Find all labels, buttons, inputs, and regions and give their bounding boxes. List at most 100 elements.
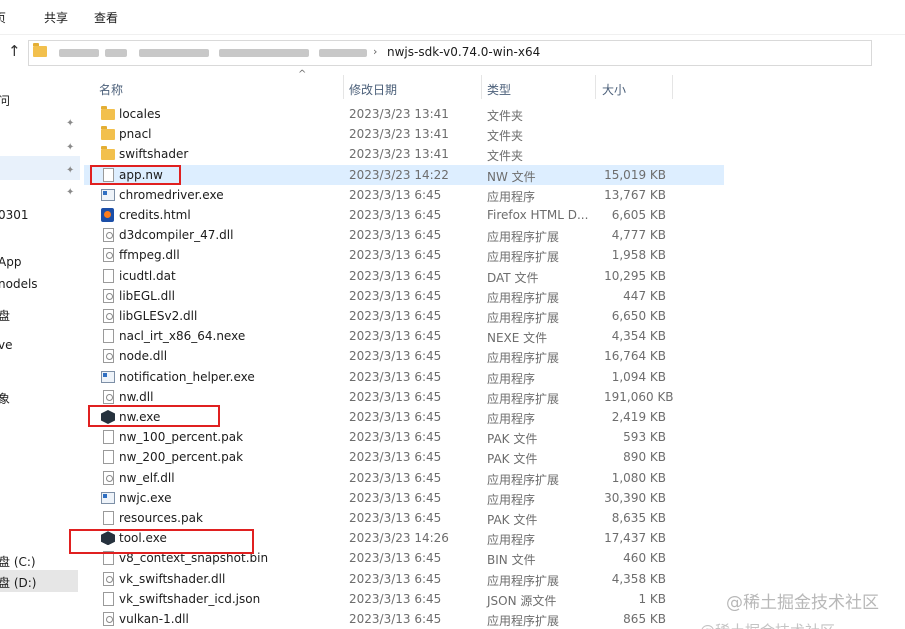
- breadcrumb-current-folder[interactable]: nwjs-sdk-v0.74.0-win-x64: [387, 45, 540, 59]
- file-row[interactable]: libGLESv2.dll 2023/3/13 6:45 应用程序扩展 6,650 K…: [84, 306, 724, 326]
- nav-item[interactable]: nodels: [0, 277, 38, 291]
- nav-drive-c[interactable]: 盘 (C:): [0, 553, 36, 570]
- file-row[interactable]: credits.html 2023/3/13 6:45 Firefox HTML D…: [84, 205, 724, 225]
- file-row[interactable]: ffmpeg.dll 2023/3/13 6:45 应用程序扩展 1,958 KB: [84, 245, 724, 265]
- file-row[interactable]: icudtl.dat 2023/3/13 6:45 DAT 文件 10,295 KB: [84, 266, 724, 286]
- file-row[interactable]: nw.dll 2023/3/13 6:45 应用程序扩展 191,060 KB: [84, 387, 724, 407]
- up-arrow-icon[interactable]: ↑: [8, 43, 24, 59]
- highlight-box-nw-exe: [88, 405, 220, 427]
- file-date: 2023/3/13 6:45: [349, 450, 442, 465]
- file-size: 13,767 KB: [604, 187, 666, 202]
- file-row[interactable]: nw_elf.dll 2023/3/13 6:45 应用程序扩展 1,080 KB: [84, 468, 724, 488]
- nav-item[interactable]: ve: [0, 338, 12, 352]
- pin-icon[interactable]: ✦: [66, 188, 76, 198]
- file-date: 2023/3/13 6:45: [349, 430, 442, 445]
- file-name: resources.pak: [119, 511, 203, 525]
- file-type: 应用程序扩展: [487, 351, 560, 366]
- file-size: 1,080 KB: [611, 470, 666, 485]
- file-size: 30,390 KB: [604, 490, 666, 505]
- nav-item[interactable]: 问: [0, 92, 10, 109]
- file-name: nw_100_percent.pak: [119, 430, 244, 445]
- column-divider[interactable]: [343, 75, 344, 99]
- file-row[interactable]: resources.pak 2023/3/13 6:45 PAK 文件 8,635 K…: [84, 508, 724, 528]
- file-row[interactable]: locales 2023/3/23 13:41 文件夹: [84, 104, 724, 124]
- ribbon-tab-share[interactable]: 共享: [44, 9, 68, 26]
- file-date: 2023/3/13 6:45: [349, 208, 442, 222]
- file-row[interactable]: node.dll 2023/3/13 6:45 应用程序扩展 16,764 KB: [84, 346, 724, 366]
- ribbon: 页 共享 查看: [0, 0, 905, 34]
- ribbon-tab-page[interactable]: 页: [0, 9, 6, 26]
- pin-icon[interactable]: ✦: [66, 119, 76, 129]
- file-size: 4,777 KB: [611, 228, 666, 243]
- file-size: 4,358 KB: [611, 571, 666, 586]
- column-divider[interactable]: [595, 75, 596, 99]
- address-bar[interactable]: › nwjs-sdk-v0.74.0-win-x64: [28, 40, 872, 66]
- nav-item[interactable]: App: [0, 255, 21, 269]
- file-row[interactable]: vulkan-1.dll 2023/3/13 6:45 应用程序扩展 865 KB: [84, 609, 724, 629]
- navigation-pane: 问 0301 App nodels 盘 ve 象 盘 (C:) 盘 (D:) ✦…: [0, 70, 80, 629]
- file-size: 593 KB: [623, 430, 666, 445]
- dll-icon: [103, 248, 114, 263]
- pin-icon[interactable]: ✦: [66, 166, 76, 176]
- file-date: 2023/3/13 6:45: [349, 490, 442, 505]
- nav-item[interactable]: 盘: [0, 307, 10, 324]
- column-date[interactable]: 修改日期: [349, 81, 397, 98]
- column-divider[interactable]: [481, 75, 482, 99]
- file-date: 2023/3/13 6:45: [349, 571, 442, 586]
- file-size: 6,605 KB: [611, 208, 666, 222]
- file-row[interactable]: pnacl 2023/3/23 13:41 文件夹: [84, 124, 724, 144]
- dll-icon: [103, 389, 114, 404]
- file-date: 2023/3/13 6:45: [349, 349, 442, 364]
- file-date: 2023/3/13 6:45: [349, 369, 442, 384]
- file-icon: [103, 268, 114, 283]
- file-row[interactable]: nacl_irt_x86_64.nexe 2023/3/13 6:45 NEXE 文…: [84, 326, 724, 346]
- dll-icon: [103, 470, 114, 485]
- file-type: DAT 文件: [487, 270, 539, 285]
- column-divider[interactable]: [672, 75, 673, 99]
- dll-icon: [103, 309, 114, 323]
- watermark-partial: @稀土掘金技术社区: [700, 620, 870, 629]
- column-name[interactable]: 名称: [99, 81, 123, 98]
- file-name: swiftshader: [119, 147, 189, 162]
- file-type: 应用程序扩展: [487, 290, 560, 305]
- file-type: 应用程序: [487, 189, 536, 204]
- blurred-path-segment: [105, 49, 127, 57]
- file-name: nwjc.exe: [119, 490, 172, 505]
- file-type: 文件夹: [487, 129, 524, 144]
- pin-icon[interactable]: ✦: [66, 143, 76, 153]
- column-size[interactable]: 大小: [602, 81, 626, 98]
- folder-icon: [101, 106, 115, 120]
- file-name: notification_helper.exe: [119, 369, 255, 384]
- nav-item[interactable]: 象: [0, 390, 10, 407]
- nav-item[interactable]: 0301: [0, 208, 29, 222]
- file-row[interactable]: nw_200_percent.pak 2023/3/13 6:45 PAK 文件 89…: [84, 447, 724, 467]
- file-row[interactable]: d3dcompiler_47.dll 2023/3/13 6:45 应用程序扩展 4,…: [84, 225, 724, 245]
- file-date: 2023/3/23 13:41: [349, 127, 449, 142]
- dll-icon: [103, 288, 114, 303]
- nav-drive-d[interactable]: 盘 (D:): [0, 574, 36, 591]
- file-row[interactable]: nw_100_percent.pak 2023/3/13 6:45 PAK 文件 59…: [84, 427, 724, 447]
- column-header: ^ 名称 修改日期 类型 大小: [84, 69, 684, 102]
- file-row[interactable]: libEGL.dll 2023/3/13 6:45 应用程序扩展 447 KB: [84, 286, 724, 306]
- file-row[interactable]: notification_helper.exe 2023/3/13 6:45 应用程…: [84, 367, 724, 387]
- blurred-path-segment: [219, 49, 309, 57]
- file-type: 应用程序扩展: [487, 614, 560, 628]
- file-type: 应用程序: [487, 533, 536, 548]
- file-name: nw_200_percent.pak: [119, 450, 244, 465]
- file-row[interactable]: nwjc.exe 2023/3/13 6:45 应用程序 30,390 KB: [84, 488, 724, 508]
- column-type[interactable]: 类型: [487, 81, 511, 98]
- file-size: 447 KB: [623, 288, 666, 303]
- file-date: 2023/3/13 6:45: [349, 470, 442, 485]
- ribbon-tab-view[interactable]: 查看: [94, 9, 118, 26]
- file-row[interactable]: vk_swiftshader_icd.json 2023/3/13 6:45 JSO…: [84, 589, 724, 609]
- file-type: JSON 源文件: [487, 593, 557, 608]
- file-type: BIN 文件: [487, 553, 536, 568]
- file-name: icudtl.dat: [119, 268, 176, 283]
- exe-icon: [101, 491, 115, 504]
- file-name: pnacl: [119, 127, 152, 142]
- file-row[interactable]: vk_swiftshader.dll 2023/3/13 6:45 应用程序扩展 4,…: [84, 569, 724, 589]
- folder-icon: [33, 43, 47, 57]
- file-type: 文件夹: [487, 149, 524, 164]
- file-row[interactable]: swiftshader 2023/3/23 13:41 文件夹: [84, 144, 724, 164]
- file-row[interactable]: chromedriver.exe 2023/3/13 6:45 应用程序 13,767…: [84, 185, 724, 205]
